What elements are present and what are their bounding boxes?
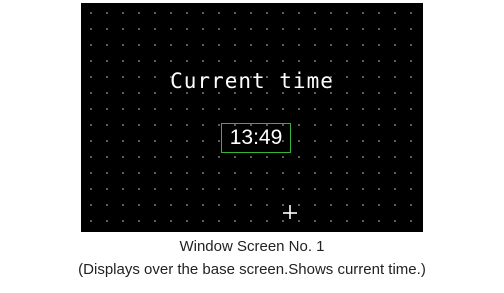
screen-caption-description: (Displays over the base screen.Shows cur… bbox=[78, 261, 426, 278]
screen-caption-title: Window Screen No. 1 bbox=[179, 238, 325, 255]
crosshair-cursor-icon bbox=[283, 205, 297, 219]
window-screen: Current time 13:49 bbox=[81, 3, 423, 232]
screen-title: Current time bbox=[170, 69, 334, 93]
current-time-display[interactable]: 13:49 bbox=[221, 123, 291, 153]
